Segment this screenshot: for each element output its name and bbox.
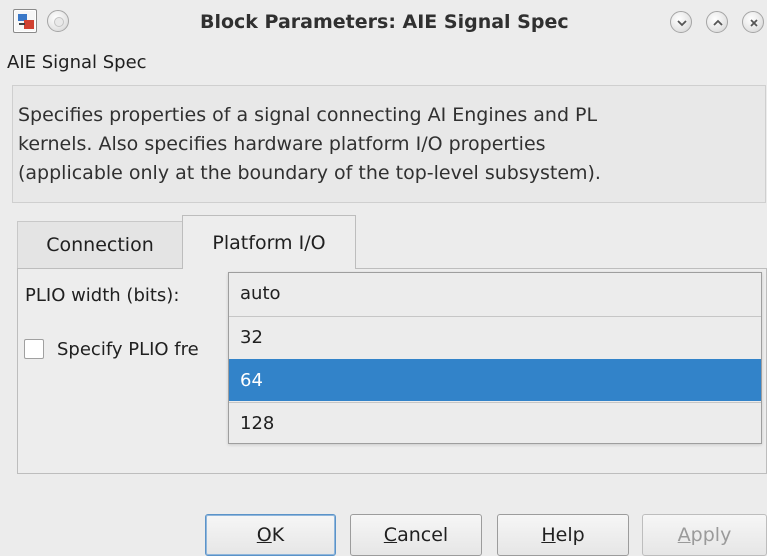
title-bar[interactable]: Block Parameters: AIE Signal Spec (0, 0, 767, 46)
dropdown-option-auto[interactable]: auto (229, 273, 761, 315)
tab-connection[interactable]: Connection (17, 221, 183, 269)
minimize-button[interactable] (670, 11, 692, 33)
block-type-heading: AIE Signal Spec (7, 52, 147, 73)
apply-mnemonic: A (677, 524, 691, 546)
ok-button[interactable]: OK (205, 514, 336, 556)
dropdown-option-32[interactable]: 32 (229, 316, 761, 358)
cancel-button[interactable]: Cancel (350, 514, 482, 556)
plio-width-label: PLIO width (bits): (25, 285, 180, 306)
chevron-down-icon (677, 20, 687, 27)
tab-platform-io[interactable]: Platform I/O (182, 215, 356, 269)
cancel-label-rest: ancel (397, 524, 449, 546)
cancel-mnemonic: C (383, 524, 398, 546)
ok-label-rest: K (271, 524, 285, 546)
help-mnemonic: H (541, 524, 556, 546)
maximize-button[interactable] (706, 11, 728, 33)
specify-plio-frequency-checkbox[interactable] (24, 339, 44, 359)
close-button[interactable] (742, 11, 764, 33)
description-line-1: Specifies properties of a signal connect… (18, 104, 598, 126)
description-line-2: kernels. Also specifies hardware platfor… (18, 133, 546, 155)
specify-plio-frequency-label[interactable]: Specify PLIO fre (57, 339, 229, 360)
pin-window-button[interactable] (47, 10, 69, 32)
plio-width-dropdown-list[interactable]: auto 32 64 128 (228, 272, 762, 444)
dropdown-option-64[interactable]: 64 (229, 359, 761, 401)
help-label-rest: elp (555, 524, 585, 546)
chevron-up-icon (713, 19, 723, 26)
block-icon-red-square (24, 20, 34, 29)
description-line-3: (applicable only at the boundary of the … (18, 162, 601, 184)
simulink-block-icon[interactable] (13, 9, 37, 33)
ok-mnemonic: O (256, 524, 272, 546)
close-icon (750, 19, 758, 27)
dropdown-option-128[interactable]: 128 (229, 402, 761, 444)
block-description: Specifies properties of a signal connect… (18, 101, 758, 188)
block-icon-arrow (19, 23, 25, 25)
help-button[interactable]: Help (497, 514, 629, 556)
apply-label-rest: pply (690, 524, 732, 546)
apply-button[interactable]: Apply (642, 514, 767, 556)
window-title: Block Parameters: AIE Signal Spec (200, 11, 569, 33)
